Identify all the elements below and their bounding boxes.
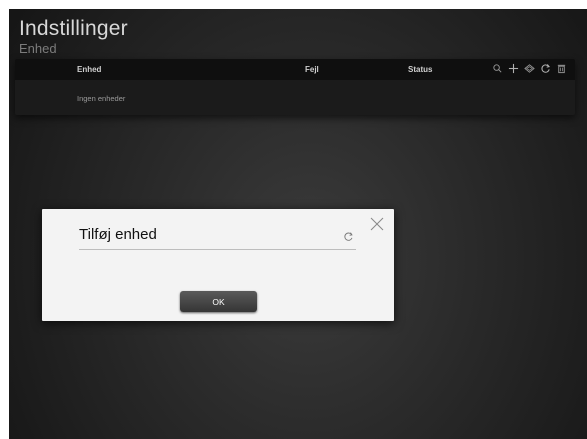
trash-icon[interactable] xyxy=(556,63,567,74)
page-title: Indstillinger xyxy=(19,17,128,40)
table-header: Enhed Fejl Status xyxy=(15,59,575,80)
dialog-title: Tilføj enhed xyxy=(79,226,157,243)
network-icon[interactable] xyxy=(524,63,535,74)
dialog-divider xyxy=(79,249,356,250)
page-subtitle: Enhed xyxy=(19,41,57,56)
column-header-enhed[interactable]: Enhed xyxy=(77,65,101,74)
add-icon[interactable] xyxy=(508,63,519,74)
column-header-fejl[interactable]: Fejl xyxy=(305,65,319,74)
add-device-dialog: Tilføj enhed OK xyxy=(42,209,394,321)
empty-state-text: Ingen enheder xyxy=(77,94,126,103)
refresh-icon[interactable] xyxy=(540,63,551,74)
column-header-status[interactable]: Status xyxy=(408,65,432,74)
close-icon[interactable] xyxy=(369,216,385,232)
search-icon[interactable] xyxy=(492,63,503,74)
device-table: Enhed Fejl Status Ingen enheder xyxy=(15,59,575,115)
refresh-icon[interactable] xyxy=(343,229,354,241)
table-toolbar xyxy=(492,63,567,74)
ok-button[interactable]: OK xyxy=(180,291,257,312)
